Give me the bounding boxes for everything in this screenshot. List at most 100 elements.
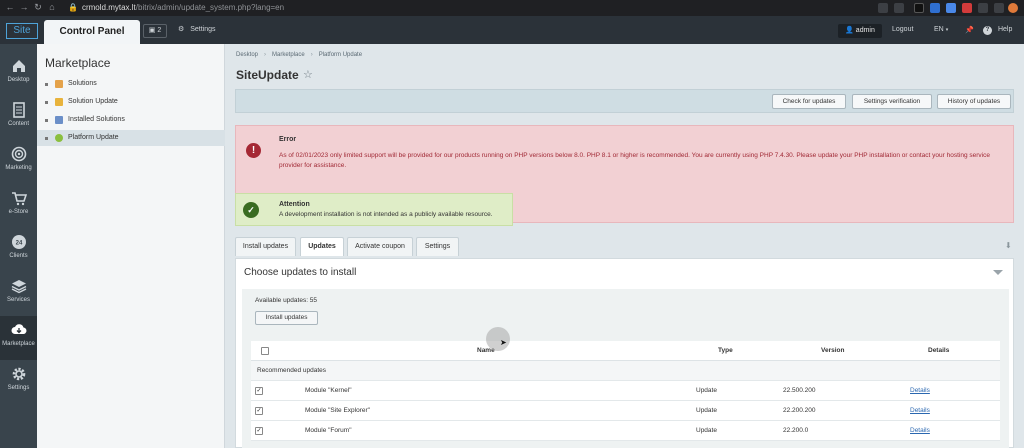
group-label: Recommended updates (257, 367, 327, 374)
pin-icon[interactable]: 📌 (965, 26, 974, 34)
row-version: 22.200.0 (783, 427, 809, 434)
forward-icon[interactable]: → (18, 2, 30, 12)
page-title: SiteUpdate (236, 68, 299, 82)
tab-settings[interactable]: Settings (416, 237, 459, 256)
settings-verification-button[interactable]: Settings verification (852, 94, 932, 109)
rail-item-marketing[interactable]: Marketing (0, 140, 37, 184)
extension-icon[interactable] (946, 3, 956, 13)
logout-link[interactable]: Logout (892, 26, 913, 33)
sidebar-item-label: Solutions (68, 80, 97, 87)
tab-install-updates[interactable]: Install updates (235, 237, 296, 256)
bullet-icon (45, 136, 48, 140)
rail-label: e-Store (8, 209, 29, 215)
check-circle-icon: ✓ (243, 202, 259, 218)
bell-icon: ▣ (148, 27, 156, 34)
breadcrumb-marketplace[interactable]: Marketplace (272, 52, 305, 58)
url-host: crmold.mytax.lt (81, 3, 136, 12)
sidebar-item-platform-update[interactable]: Platform Update (37, 130, 225, 146)
sidebar-item-installed-solutions[interactable]: Installed Solutions (37, 112, 225, 128)
extension-icon[interactable] (914, 3, 924, 13)
help-icon: ? (983, 26, 992, 35)
language-value: EN (934, 26, 944, 33)
rail-label: Clients (9, 253, 28, 259)
breadcrumb-platform-update[interactable]: Platform Update (319, 52, 362, 58)
extension-icon[interactable] (878, 3, 888, 13)
row-version: 22.200.200 (783, 407, 816, 414)
row-checkbox[interactable]: ✓ (255, 427, 263, 435)
sidebar-icon[interactable] (994, 3, 1004, 13)
install-updates-button[interactable]: Install updates (255, 311, 318, 325)
column-type[interactable]: Type (718, 347, 733, 354)
document-icon (12, 102, 25, 118)
collapse-caret-icon[interactable] (993, 270, 1003, 275)
user-menu[interactable]: 👤 admin (838, 24, 882, 38)
rail-item-clients[interactable]: 24 Clients (0, 228, 37, 272)
cloud-download-icon (11, 324, 27, 335)
rail-item-content[interactable]: Content (0, 96, 37, 140)
rail-label: Settings (7, 385, 30, 391)
user-name: admin (855, 27, 875, 34)
rail-label: Marketing (5, 165, 32, 171)
table-header: Name Type Version Details (251, 341, 1000, 361)
column-version[interactable]: Version (821, 347, 844, 354)
rail-item-services[interactable]: Services (0, 272, 37, 316)
sidebar: Marketplace Solutions Solution Update In… (37, 44, 225, 448)
home-icon[interactable]: ⌂ (46, 2, 58, 12)
profile-icon[interactable] (1008, 3, 1018, 13)
bullet-icon (45, 118, 48, 122)
panel-title: Choose updates to install (244, 267, 357, 278)
row-checkbox[interactable]: ✓ (255, 387, 263, 395)
row-type: Update (696, 407, 717, 414)
gear-icon: ⚙ (178, 26, 185, 33)
rail-item-e-store[interactable]: e-Store (0, 184, 37, 228)
row-details-link[interactable]: Details (910, 387, 930, 394)
grid-icon (55, 80, 63, 88)
help-button[interactable]: ? Help (983, 26, 1012, 35)
header-settings-button[interactable]: ⚙ Settings (178, 25, 216, 33)
cart-icon (11, 192, 27, 206)
tab-updates[interactable]: Updates (300, 237, 344, 256)
box-icon (55, 116, 63, 124)
extension-icon[interactable] (930, 3, 940, 13)
chevron-down-icon: ▾ (945, 27, 949, 33)
rail-item-settings[interactable]: Settings (0, 360, 37, 404)
layers-icon (11, 280, 26, 294)
rail-item-marketplace[interactable]: Marketplace (0, 316, 37, 360)
pin-icon[interactable]: ⬇ (1005, 241, 1012, 250)
back-icon[interactable]: ← (4, 2, 16, 12)
sidebar-item-solutions[interactable]: Solutions (37, 76, 225, 92)
reload-icon[interactable]: ↻ (32, 2, 44, 13)
site-logo[interactable]: Site (6, 23, 38, 39)
select-all-checkbox[interactable] (261, 347, 269, 355)
svg-text:24: 24 (15, 241, 22, 247)
notifications-button[interactable]: ▣ 2 (143, 24, 167, 38)
row-checkbox[interactable]: ✓ (255, 407, 263, 415)
extension-icon[interactable] (962, 3, 972, 13)
attention-message: ✓ Attention A development installation i… (235, 193, 513, 226)
action-toolbar: Check for updates Settings verification … (235, 89, 1014, 113)
tab-activate-coupon[interactable]: Activate coupon (347, 237, 413, 256)
column-details: Details (928, 347, 950, 354)
rail-item-desktop[interactable]: Desktop (0, 52, 37, 96)
table-row: ✓ Module "Site Explorer" Update 22.200.2… (251, 401, 1000, 421)
language-select[interactable]: EN ▾ (934, 26, 948, 33)
puzzle-icon[interactable] (978, 3, 988, 13)
error-title: Error (279, 136, 297, 143)
sidebar-item-label: Platform Update (68, 134, 119, 141)
breadcrumb-desktop[interactable]: Desktop (236, 52, 258, 58)
table-group-row: Recommended updates (251, 361, 1000, 381)
address-bar[interactable]: 🔒 crmold.mytax.lt/bitrix/admin/update_sy… (60, 2, 860, 14)
available-updates-count: Available updates: 55 (255, 297, 318, 304)
check-for-updates-button[interactable]: Check for updates (772, 94, 846, 109)
favorite-star-icon[interactable]: ☆ (303, 68, 313, 81)
sidebar-item-solution-update[interactable]: Solution Update (37, 94, 225, 110)
header-settings-label: Settings (190, 26, 216, 33)
row-details-link[interactable]: Details (910, 407, 930, 414)
control-panel-tab[interactable]: Control Panel (44, 20, 140, 44)
row-name: Module "Site Explorer" (305, 407, 370, 414)
package-icon (55, 98, 63, 106)
star-icon[interactable] (894, 3, 904, 13)
notifications-count: 2 (157, 27, 162, 34)
row-details-link[interactable]: Details (910, 427, 930, 434)
history-of-updates-button[interactable]: History of updates (937, 94, 1011, 109)
